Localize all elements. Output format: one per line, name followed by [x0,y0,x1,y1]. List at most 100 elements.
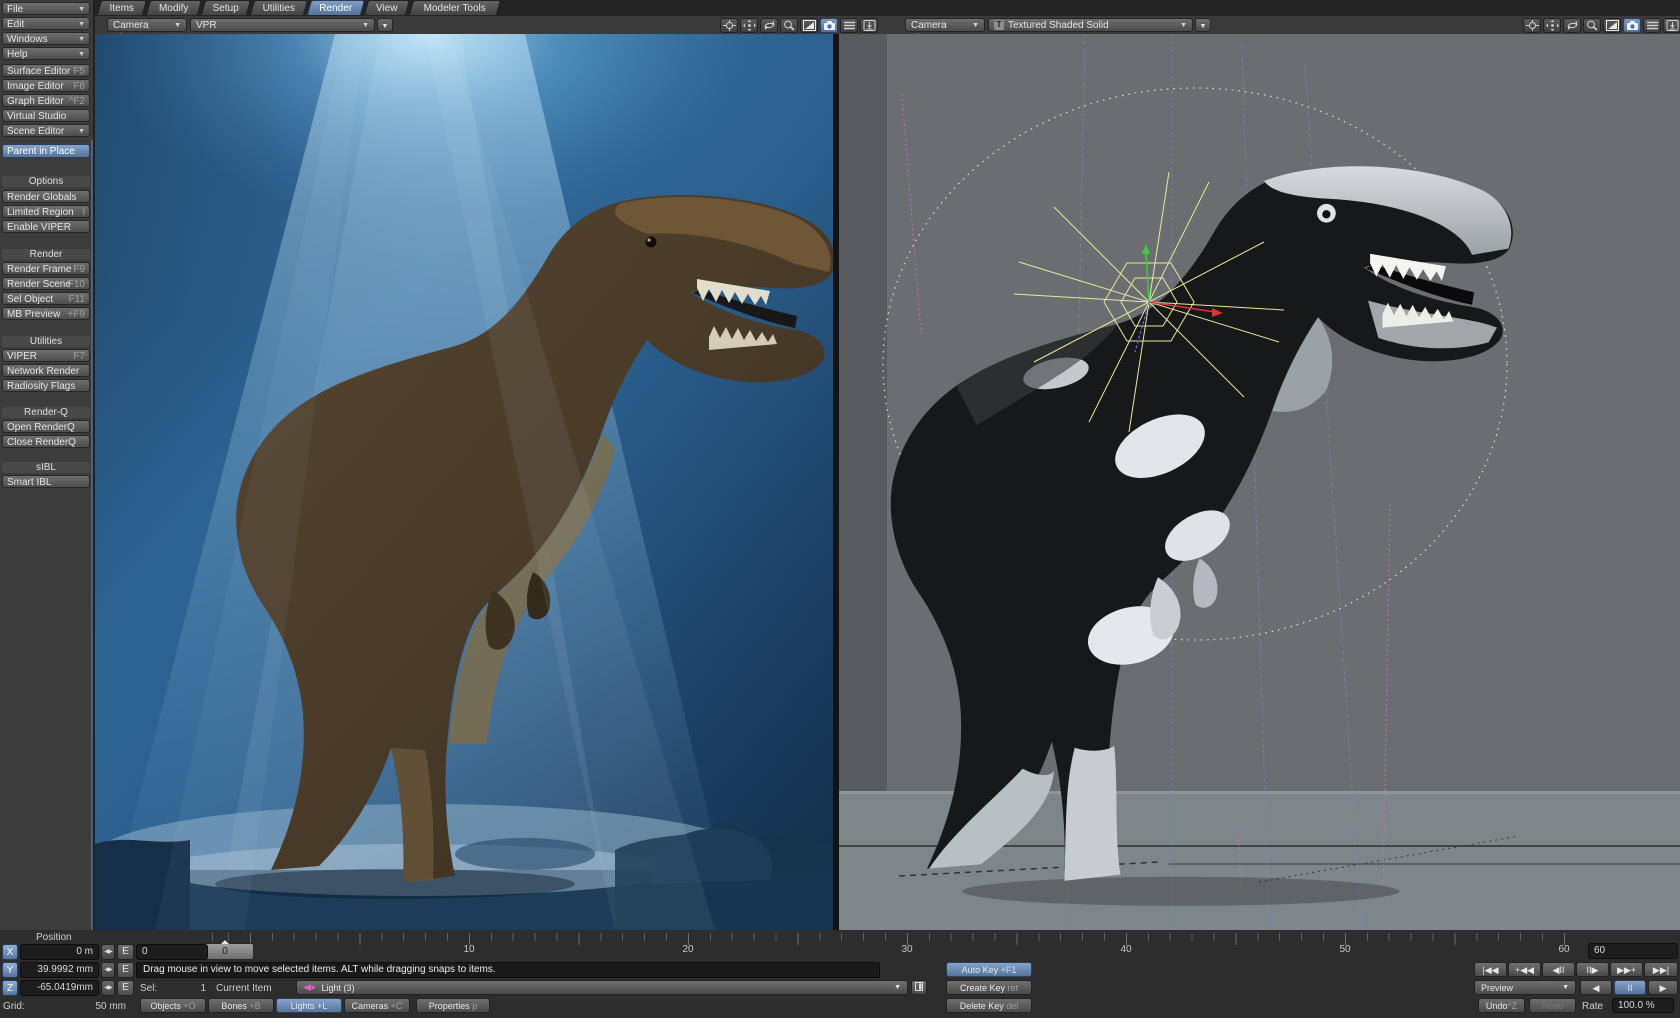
image-editor-button[interactable]: F6Image Editor [2,79,90,92]
viper-button[interactable]: F7VIPER [2,349,90,362]
go-to-start-button[interactable]: |◀◀ [1474,962,1507,977]
y-axis-button[interactable]: Y [2,962,18,978]
center-item-icon[interactable] [1523,18,1541,33]
objects-mode-button[interactable]: Objects +O [140,998,206,1013]
redo-button[interactable]: Redo [1529,998,1576,1013]
surface-editor-button[interactable]: F5Surface Editor [2,64,90,77]
tab-setup[interactable]: Setup [201,0,251,15]
timeline-tick-label: 60 [1558,944,1569,955]
undo-button[interactable]: Undo^Z [1478,998,1525,1013]
prev-keyframe-button[interactable]: +◀◀ [1508,962,1541,977]
center-item-icon[interactable] [720,18,738,33]
graph-editor-button[interactable]: ^F2Graph Editor [2,94,90,107]
right-shading-options-dropdown[interactable]: ▼ [1195,18,1211,32]
maximize-viewport-icon[interactable] [1603,18,1621,33]
preview-dropdown[interactable]: ▼Preview [1474,980,1576,995]
render-section-header: Render [2,249,90,260]
y-position-field[interactable]: 39.9992 mm [20,962,99,978]
viewport-vpr-render[interactable] [95,34,833,932]
z-stepper[interactable]: ◀▶ [101,980,115,996]
radiosity-flags-button[interactable]: Radiosity Flags [2,379,90,392]
step-back-button[interactable]: ◀II [1542,962,1575,977]
viewport-shaded-opengl[interactable] [839,34,1680,932]
help-menu[interactable]: ▼Help [2,47,90,60]
auto-key-button[interactable]: Auto Key +F1 [946,962,1032,977]
zoom-view-icon[interactable] [780,18,798,33]
render-scene-button[interactable]: F10Render Scene [2,277,90,290]
maximize-viewport-icon[interactable] [800,18,818,33]
rotate-view-icon[interactable] [760,18,778,33]
pan-view-icon[interactable] [1543,18,1561,33]
play-backward-button[interactable]: ◀ [1580,980,1612,995]
smart-ibl-button[interactable]: Smart IBL [2,475,90,488]
go-to-end-button[interactable]: ▶▶| [1644,962,1678,977]
tab-render[interactable]: Render [307,0,365,15]
current-item-dropdown[interactable]: ▼ Light (3) [296,980,908,995]
zoom-view-icon[interactable] [1583,18,1601,33]
z-axis-button[interactable]: Z [2,980,18,996]
x-axis-button[interactable]: X [2,944,18,960]
scene-editor-button[interactable]: ▼Scene Editor [2,124,90,137]
next-keyframe-button[interactable]: ▶▶+ [1610,962,1643,977]
x-position-field[interactable]: 0 m [20,944,99,960]
enable-viper-button[interactable]: Enable VIPER [2,220,90,233]
windows-menu[interactable]: ▼Windows [2,32,90,45]
camera-view-icon[interactable] [1623,18,1641,33]
y-envelope-button[interactable]: E [117,962,134,978]
chevron-down-icon: ▼ [894,981,901,995]
camera-view-icon[interactable] [820,18,838,33]
x-stepper[interactable]: ◀▶ [101,944,115,960]
timeline-tick-label: 10 [463,944,474,955]
limited-region-button[interactable]: lLimited Region [2,205,90,218]
viewport-menu-icon[interactable] [840,18,858,33]
mb-preview-button[interactable]: +F9MB Preview [2,307,90,320]
tab-modeler-tools[interactable]: Modeler Tools [409,0,501,15]
current-frame-field[interactable]: 0 [136,944,208,960]
left-shading-dropdown[interactable]: ▼VPR [190,18,375,32]
position-panel-title: Position [36,930,106,945]
tab-view[interactable]: View [364,0,410,15]
close-renderq-button[interactable]: Close RenderQ [2,435,90,448]
item-properties-mini-button[interactable] [911,980,927,995]
opengl-scene [839,34,1680,930]
left-view-type-dropdown[interactable]: ▼Camera View [107,18,187,32]
delete-key-button[interactable]: Delete Key del [946,998,1032,1013]
rate-field[interactable]: 100.0 % [1612,998,1674,1013]
create-key-button[interactable]: Create Key ret [946,980,1032,995]
right-shading-dropdown[interactable]: ▼TTextured Shaded Solid [988,18,1193,32]
lights-mode-button[interactable]: Lights +L [276,998,342,1013]
open-renderq-button[interactable]: Open RenderQ [2,420,90,433]
sel-object-button[interactable]: F11Sel Object [2,292,90,305]
file-menu[interactable]: ▼File [2,2,90,15]
properties-button[interactable]: Properties p [416,998,490,1013]
bones-mode-button[interactable]: Bones +B [208,998,274,1013]
cameras-mode-button[interactable]: Cameras +C [344,998,410,1013]
viewport-preset-icon[interactable] [1663,18,1680,33]
pause-button[interactable]: II [1614,980,1646,995]
timeline-tick-label: 30 [901,944,912,955]
render-globals-button[interactable]: Render Globals [2,190,90,203]
right-view-type-dropdown[interactable]: ▼Camera View [905,18,985,32]
pan-view-icon[interactable] [740,18,758,33]
left-shading-options-dropdown[interactable]: ▼ [377,18,393,32]
network-render-button[interactable]: Network Render [2,364,90,377]
tab-modify[interactable]: Modify [146,0,202,15]
play-forward-button[interactable]: ▶ [1648,980,1678,995]
x-envelope-button[interactable]: E [117,944,134,960]
z-position-field[interactable]: -65.0419mm [20,980,99,996]
step-forward-button[interactable]: II▶ [1576,962,1609,977]
edit-menu[interactable]: ▼Edit [2,17,90,30]
tab-items[interactable]: Items [97,0,147,15]
rotate-view-icon[interactable] [1563,18,1581,33]
z-envelope-button[interactable]: E [117,980,134,996]
viewport-preset-icon[interactable] [860,18,878,33]
viewport-menu-icon[interactable] [1643,18,1661,33]
render-frame-button[interactable]: F9Render Frame [2,262,90,275]
end-frame-field[interactable]: 60 [1588,943,1678,959]
virtual-studio-button[interactable]: Virtual Studio [2,109,90,122]
parent-in-place-button[interactable]: Parent in Place [2,144,90,158]
utilities-section-header: Utilities [2,336,90,347]
tab-utilities[interactable]: Utilities [250,0,308,15]
y-stepper[interactable]: ◀▶ [101,962,115,978]
chevron-down-icon: ▼ [174,19,181,32]
